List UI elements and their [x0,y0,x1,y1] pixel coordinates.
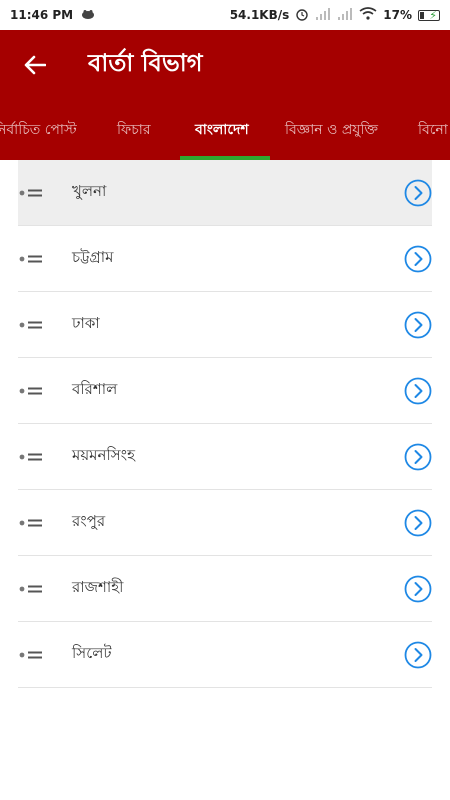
alarm-icon [295,7,309,24]
list-icon [18,315,48,335]
wifi-icon [359,7,377,23]
arrow-left-icon [24,55,46,75]
battery-icon: ⚡ [418,9,440,22]
battery-percent: 17% [383,8,412,22]
tab-entertainment[interactable]: বিনো [418,100,448,160]
list-icon [18,381,48,401]
list-item-label: চট্টগ্রাম [72,248,114,266]
list-item-mymensingh[interactable]: ময়মনসিংহ [18,424,432,490]
toolbar: বার্তা বিভাগ [0,30,450,100]
tab-selected-posts[interactable]: নির্বাচিত পোস্ট [0,100,77,160]
list-icon [18,249,48,269]
list-item-chattogram[interactable]: চট্টগ্রাম [18,226,432,292]
tab-bar: নির্বাচিত পোস্ট ফিচার বাংলাদেশ বিজ্ঞান ও… [0,100,450,160]
list-item-barishal[interactable]: বরিশাল [18,358,432,424]
app-bar: বার্তা বিভাগ নির্বাচিত পোস্ট ফিচার বাংলা… [0,30,450,160]
tab-features[interactable]: ফিচার [117,100,151,160]
list-item-label: বরিশাল [72,380,118,398]
list-icon [18,579,48,599]
division-list: খুলনা চট্টগ্রাম ঢাকা বরিশাল ময়মনসিংহ রং… [18,160,432,688]
chevron-right-circle-icon[interactable] [404,245,432,273]
chevron-right-circle-icon[interactable] [404,509,432,537]
back-button[interactable] [0,30,70,100]
list-item-label: রংপুর [72,512,106,530]
list-item-label: সিলেট [72,644,112,662]
list-item-label: ঢাকা [72,314,100,332]
list-item-rajshahi[interactable]: রাজশাহী [18,556,432,622]
chevron-right-circle-icon[interactable] [404,641,432,669]
list-item-label: রাজশাহী [72,578,124,596]
list-item-rangpur[interactable]: রংপুর [18,490,432,556]
tab-science-technology[interactable]: বিজ্ঞান ও প্রযুক্তি [285,100,378,160]
chevron-right-circle-icon[interactable] [404,311,432,339]
chevron-right-circle-icon[interactable] [404,575,432,603]
status-time: 11:46 PM [10,8,74,22]
chevron-right-circle-icon[interactable] [404,443,432,471]
list-icon [18,183,48,203]
list-item-label: খুলনা [72,182,107,200]
chevron-right-circle-icon[interactable] [404,179,432,207]
page-title: বার্তা বিভাগ [88,49,203,77]
list-icon [18,513,48,533]
list-item-label: ময়মনসিংহ [72,446,135,464]
status-bar: 11:46 PM 54.1KB/s 17% ⚡ [0,0,450,30]
list-item-dhaka[interactable]: ঢাকা [18,292,432,358]
signal-icon-2 [337,7,353,23]
list-item-sylhet[interactable]: সিলেট [18,622,432,688]
list-item-khulna[interactable]: খুলনা [18,160,432,226]
network-speed: 54.1KB/s [229,8,290,22]
chevron-right-circle-icon[interactable] [404,377,432,405]
signal-icon [315,7,331,23]
list-icon [18,645,48,665]
notification-icon [81,8,95,22]
tab-bangladesh[interactable]: বাংলাদেশ [195,100,249,160]
list-icon [18,447,48,467]
